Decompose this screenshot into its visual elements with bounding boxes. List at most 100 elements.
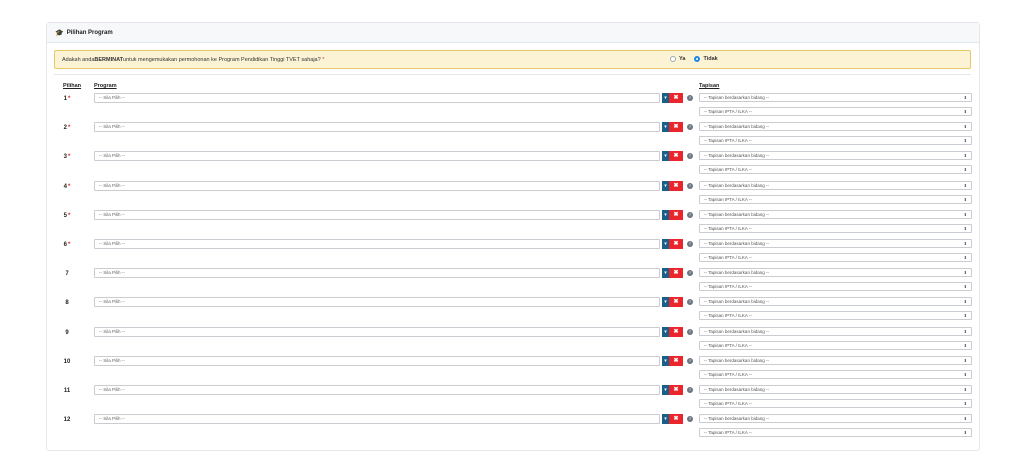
expand-button[interactable]: ▾ <box>662 326 669 337</box>
institution-filter-select[interactable]: -- Tapisan IPTA / ILKA -- ⬍ <box>699 107 972 116</box>
chevron-updown-icon: ⬍ <box>963 342 967 348</box>
field-filter-value: -- Tapisan berdasarkan bidang -- <box>704 211 769 217</box>
expand-button[interactable]: ▾ <box>662 122 669 133</box>
expand-button[interactable]: ▾ <box>662 239 669 249</box>
required-mark: * <box>68 242 71 248</box>
chevron-updown-icon: ⬍ <box>963 138 967 144</box>
field-filter-select[interactable]: -- Tapisan berdasarkan bidang -- ⬍ <box>699 297 972 307</box>
program-select[interactable]: -- Sila Pilih -- <box>94 209 660 220</box>
institution-filter-value: -- Tapisan IPTA / ILKA -- <box>704 313 752 319</box>
program-select[interactable]: -- Sila Pilih -- <box>94 239 660 249</box>
help-icon[interactable]: ? <box>687 416 693 423</box>
field-filter-select[interactable]: -- Tapisan berdasarkan bidang -- ⬍ <box>699 209 972 219</box>
expand-button[interactable]: ▾ <box>662 268 669 279</box>
clear-button[interactable]: ✖ <box>669 151 683 162</box>
radio-ya[interactable] <box>670 56 676 62</box>
chevron-updown-icon: ⬍ <box>963 153 967 159</box>
expand-button[interactable]: ▾ <box>662 180 669 191</box>
program-select[interactable]: -- Sila Pilih -- <box>94 180 660 191</box>
divider <box>54 74 971 75</box>
expand-button[interactable]: ▾ <box>662 355 669 366</box>
choice-number: 6* <box>57 242 77 248</box>
clear-button[interactable]: ✖ <box>669 180 683 191</box>
radio-ya-label[interactable]: Ya <box>679 56 685 62</box>
field-filter-select[interactable]: -- Tapisan berdasarkan bidang -- ⬍ <box>699 180 972 190</box>
help-icon[interactable]: ? <box>687 328 693 335</box>
help-icon[interactable]: ? <box>687 182 693 189</box>
radio-tidak[interactable] <box>694 56 701 62</box>
expand-button[interactable]: ▾ <box>662 297 669 308</box>
help-icon[interactable]: ? <box>687 95 693 101</box>
institution-filter-select[interactable]: -- Tapisan IPTA / ILKA -- ⬍ <box>699 194 972 204</box>
clear-button[interactable]: ✖ <box>669 385 683 395</box>
program-select[interactable]: -- Sila Pilih -- <box>94 122 660 133</box>
institution-filter-select[interactable]: -- Tapisan IPTA / ILKA -- ⬍ <box>699 311 972 321</box>
field-filter-select[interactable]: -- Tapisan berdasarkan bidang -- ⬍ <box>699 355 972 365</box>
field-filter-select[interactable]: -- Tapisan berdasarkan bidang -- ⬍ <box>699 239 972 248</box>
institution-filter-select[interactable]: -- Tapisan IPTA / ILKA -- ⬍ <box>699 136 972 146</box>
help-icon[interactable]: ? <box>687 241 693 247</box>
required-mark: * <box>68 96 71 102</box>
field-filter-select[interactable]: -- Tapisan berdasarkan bidang -- ⬍ <box>699 326 972 336</box>
field-filter-select[interactable]: -- Tapisan berdasarkan bidang -- ⬍ <box>699 268 972 278</box>
institution-filter-select[interactable]: -- Tapisan IPTA / ILKA -- ⬍ <box>699 253 972 262</box>
question-suffix: untuk mengemukakan permohonan ke Program… <box>123 56 321 63</box>
clear-button[interactable]: ✖ <box>669 93 683 103</box>
clear-button[interactable]: ✖ <box>669 239 683 249</box>
institution-filter-select[interactable]: -- Tapisan IPTA / ILKA -- ⬍ <box>699 399 972 408</box>
clear-button[interactable]: ✖ <box>669 209 683 220</box>
choice-number-value: 9 <box>65 329 69 336</box>
help-icon[interactable]: ? <box>687 124 693 131</box>
clear-button[interactable]: ✖ <box>669 297 683 308</box>
program-select[interactable]: -- Sila Pilih -- <box>94 268 660 279</box>
choice-number-value: 5 <box>63 212 67 219</box>
expand-button[interactable]: ▾ <box>662 93 669 103</box>
field-filter-select[interactable]: -- Tapisan berdasarkan bidang -- ⬍ <box>699 151 972 161</box>
expand-button[interactable]: ▾ <box>662 414 669 425</box>
help-icon[interactable]: ? <box>687 270 693 277</box>
program-select[interactable]: -- Sila Pilih -- <box>94 151 660 162</box>
program-choice-row: 5* -- Sila Pilih -- ▾ ✖? -- Tapisan berdasar… <box>47 209 981 238</box>
clear-button[interactable]: ✖ <box>669 122 683 133</box>
institution-filter-value: -- Tapisan IPTA / ILKA -- <box>704 167 752 173</box>
institution-filter-select[interactable]: -- Tapisan IPTA / ILKA -- ⬍ <box>699 428 972 438</box>
help-icon[interactable]: ? <box>687 299 693 306</box>
clear-button[interactable]: ✖ <box>669 268 683 279</box>
help-icon[interactable]: ? <box>687 153 693 160</box>
institution-filter-select[interactable]: -- Tapisan IPTA / ILKA -- ⬍ <box>699 282 972 292</box>
help-icon[interactable]: ? <box>687 357 693 364</box>
chevron-updown-icon: ⬍ <box>963 387 967 392</box>
program-select[interactable]: -- Sila Pilih -- <box>94 326 660 337</box>
field-filter-select[interactable]: -- Tapisan berdasarkan bidang -- ⬍ <box>699 385 972 394</box>
field-filter-value: -- Tapisan berdasarkan bidang -- <box>704 153 769 159</box>
expand-button[interactable]: ▾ <box>662 209 669 220</box>
help-icon[interactable]: ? <box>687 211 693 218</box>
institution-filter-select[interactable]: -- Tapisan IPTA / ILKA -- ⬍ <box>699 223 972 233</box>
expand-button[interactable]: ▾ <box>662 385 669 395</box>
choice-number: 12 <box>57 417 77 423</box>
field-filter-select[interactable]: -- Tapisan berdasarkan bidang -- ⬍ <box>699 414 972 424</box>
clear-button[interactable]: ✖ <box>669 326 683 337</box>
program-select[interactable]: -- Sila Pilih -- <box>94 414 660 425</box>
field-filter-value: -- Tapisan berdasarkan bidang -- <box>704 416 769 422</box>
institution-filter-select[interactable]: -- Tapisan IPTA / ILKA -- ⬍ <box>699 340 972 350</box>
institution-filter-value: -- Tapisan IPTA / ILKA -- <box>704 371 752 377</box>
chevron-updown-icon: ⬍ <box>963 211 967 217</box>
program-select[interactable]: -- Sila Pilih -- <box>94 355 660 366</box>
chevron-icon: ▾ <box>664 241 667 247</box>
program-select[interactable]: -- Sila Pilih -- <box>94 297 660 308</box>
clear-button[interactable]: ✖ <box>669 355 683 366</box>
field-filter-select[interactable]: -- Tapisan berdasarkan bidang -- ⬍ <box>699 122 972 132</box>
field-filter-select[interactable]: -- Tapisan berdasarkan bidang -- ⬍ <box>699 93 972 102</box>
choice-number-value: 7 <box>65 271 69 278</box>
help-icon[interactable]: ? <box>687 387 693 393</box>
program-select[interactable]: -- Sila Pilih -- <box>94 93 660 103</box>
clear-button[interactable]: ✖ <box>669 414 683 425</box>
radio-tidak-label[interactable]: Tidak <box>703 56 717 62</box>
expand-button[interactable]: ▾ <box>662 151 669 162</box>
program-select[interactable]: -- Sila Pilih -- <box>94 385 660 395</box>
chevron-icon: ▾ <box>664 387 667 393</box>
institution-filter-select[interactable]: -- Tapisan IPTA / ILKA -- ⬍ <box>699 165 972 175</box>
institution-filter-select[interactable]: -- Tapisan IPTA / ILKA -- ⬍ <box>699 369 972 379</box>
tvet-question-alert: Adakah anda BERMINAT untuk mengemukakan … <box>54 50 971 69</box>
